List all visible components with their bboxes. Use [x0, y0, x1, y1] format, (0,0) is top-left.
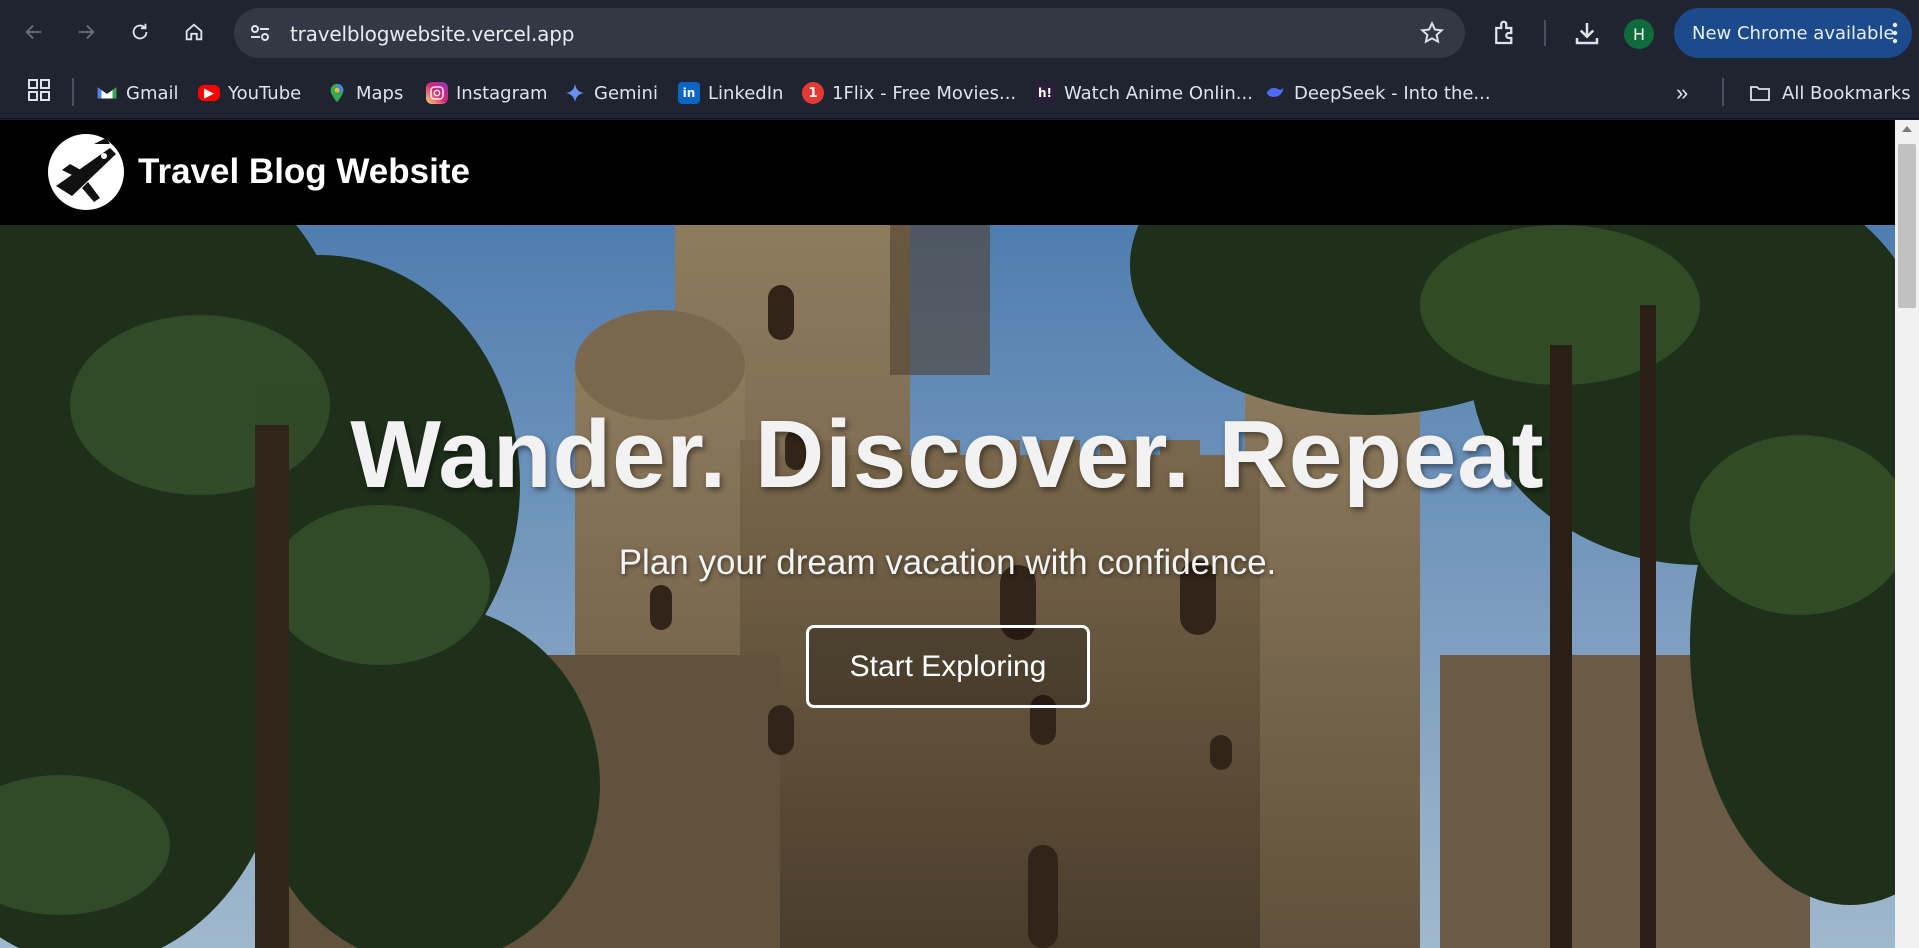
bookmark-maps[interactable]: Maps [326, 78, 403, 108]
instagram-icon [426, 82, 448, 104]
site-info-icon[interactable] [248, 21, 272, 45]
forward-button[interactable] [68, 14, 104, 50]
hianime-icon: h! [1034, 82, 1056, 104]
more-bookmarks-button[interactable]: » [1676, 80, 1702, 106]
kebab-menu-icon[interactable] [1892, 21, 1898, 45]
extensions-icon[interactable] [1490, 18, 1520, 48]
reload-icon [132, 23, 148, 40]
linkedin-icon: in [678, 82, 700, 104]
folder-icon [1750, 86, 1770, 101]
reload-button[interactable] [122, 14, 158, 50]
bookmark-label: LinkedIn [708, 82, 784, 104]
all-bookmarks-button[interactable]: All Bookmarks [1748, 78, 1911, 108]
bookmark-1flix[interactable]: 1 1Flix - Free Movies... [802, 78, 1016, 108]
scrollbar-thumb[interactable] [1898, 144, 1916, 308]
hero-section: Wander. Discover. Repeat Plan your dream… [0, 225, 1895, 948]
bookmarks-bar: Gmail ▶ YouTube Maps Instagram Gemini in… [0, 66, 1919, 119]
bookmark-instagram[interactable]: Instagram [426, 78, 548, 108]
bookmark-gmail[interactable]: Gmail [96, 78, 179, 108]
browser-toolbar: travelblogwebsite.vercel.app H New Chrom… [0, 0, 1919, 66]
bookmark-label: 1Flix - Free Movies... [832, 82, 1017, 104]
bookmark-label: Instagram [456, 82, 548, 104]
site-title[interactable]: Travel Blog Website [138, 152, 470, 192]
page-viewport: Travel Blog Website Wander. Discover. Re… [0, 120, 1919, 948]
update-chrome-button[interactable]: New Chrome available [1674, 8, 1912, 58]
toolbar-divider [1544, 20, 1546, 46]
download-icon[interactable] [1572, 18, 1602, 48]
bookmark-label: Gemini [594, 82, 658, 104]
bookmark-deepseek[interactable]: DeepSeek - Into the... [1264, 78, 1491, 108]
back-button[interactable] [16, 14, 52, 50]
deepseek-icon [1264, 82, 1286, 104]
gemini-icon [564, 82, 586, 104]
arrow-right-icon [78, 24, 95, 40]
bookmark-label: Watch Anime Onlin... [1064, 82, 1253, 104]
arrow-left-icon [25, 24, 42, 40]
youtube-icon: ▶ [198, 85, 220, 101]
page-scrollbar[interactable] [1895, 120, 1919, 948]
site-header: Travel Blog Website [0, 120, 1895, 225]
bookmarks-divider [1722, 78, 1724, 106]
home-icon [185, 23, 203, 41]
gmail-icon [96, 82, 118, 104]
home-button[interactable] [176, 14, 212, 50]
bookmark-youtube[interactable]: ▶ YouTube [198, 78, 301, 108]
profile-avatar[interactable]: H [1624, 19, 1654, 49]
bookmark-linkedin[interactable]: in LinkedIn [678, 78, 783, 108]
address-bar[interactable]: travelblogwebsite.vercel.app [234, 8, 1465, 58]
hero-title: Wander. Discover. Repeat [350, 401, 1545, 508]
scroll-up-arrow-icon[interactable] [1902, 126, 1912, 132]
bookmark-label: YouTube [228, 82, 302, 104]
airplane-logo-icon [49, 135, 123, 209]
bookmark-label: DeepSeek - Into the... [1294, 82, 1491, 104]
apps-grid-icon[interactable] [27, 78, 51, 102]
bookmark-star-icon[interactable] [1419, 20, 1445, 46]
site-logo[interactable] [48, 134, 124, 210]
bookmark-hianime[interactable]: h! Watch Anime Onlin... [1034, 78, 1253, 108]
castle-hero-image [0, 225, 1895, 948]
update-chrome-label: New Chrome available [1692, 22, 1895, 44]
bookmark-gemini[interactable]: Gemini [564, 78, 658, 108]
bookmarks-divider [72, 78, 74, 106]
all-bookmarks-label: All Bookmarks [1782, 82, 1911, 104]
start-exploring-button[interactable]: Start Exploring [806, 625, 1090, 708]
maps-icon [326, 82, 348, 104]
hero-subtitle: Plan your dream vacation with confidence… [618, 543, 1277, 582]
bookmark-label: Gmail [126, 82, 179, 104]
bookmark-label: Maps [356, 82, 404, 104]
url-text[interactable]: travelblogwebsite.vercel.app [290, 22, 574, 46]
1flix-icon: 1 [802, 82, 824, 104]
